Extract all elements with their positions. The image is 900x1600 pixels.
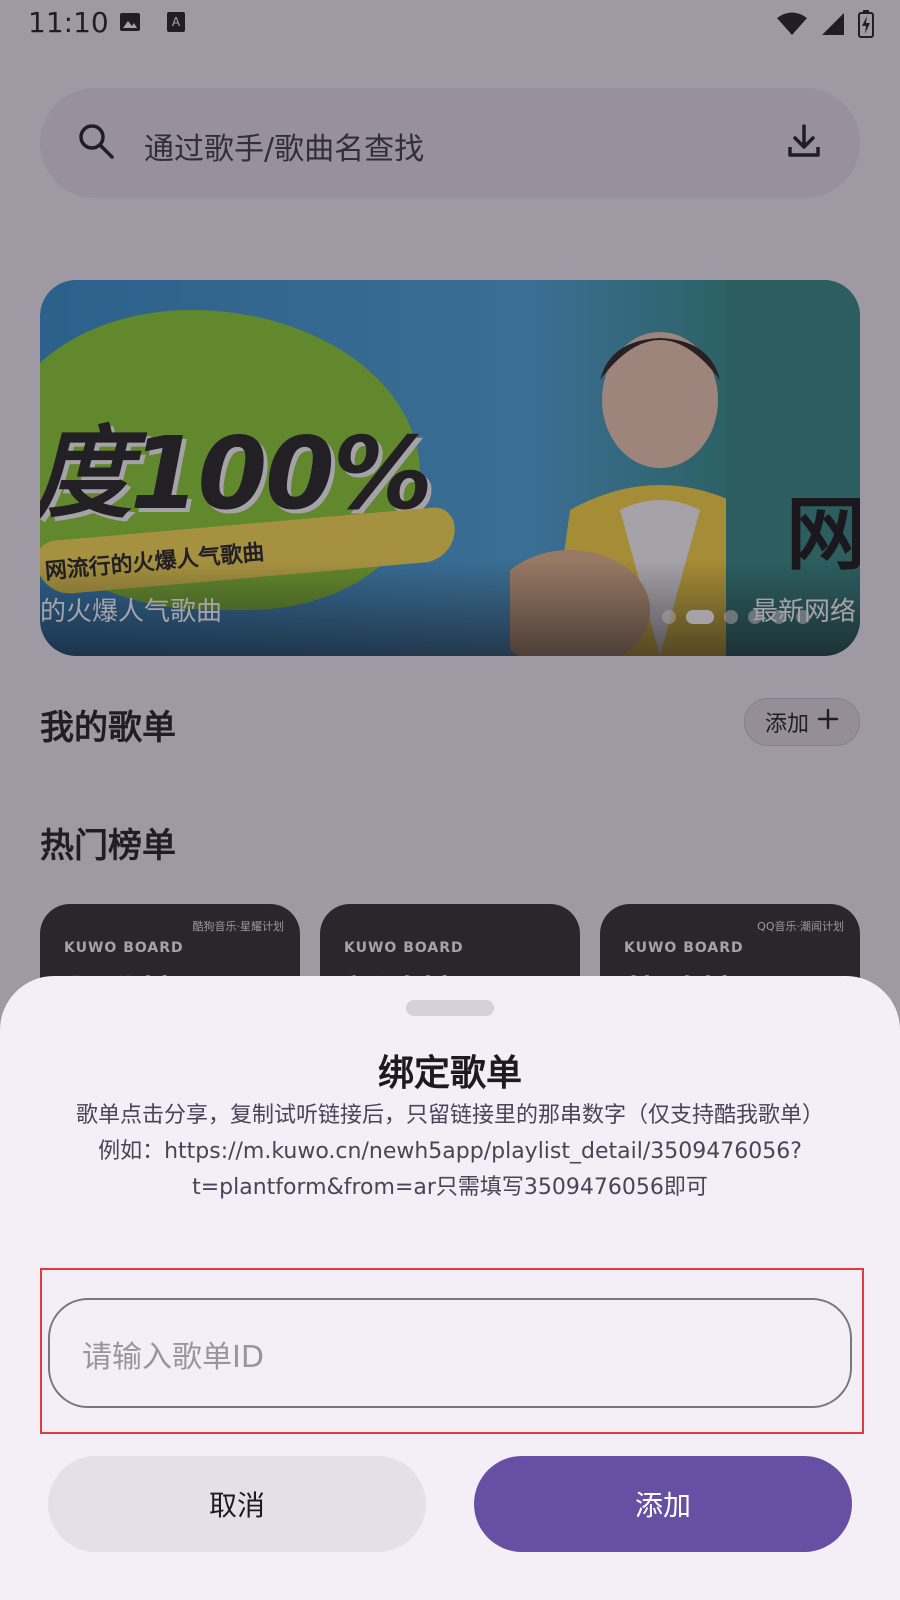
sheet-description-instructions: 歌单点击分享，复制试听链接后，只留链接里的那串数字（仅支持酷我歌单）	[75, 1103, 824, 1128]
sheet-drag-handle[interactable]	[406, 1000, 494, 1016]
sheet-description: 歌单点击分享，复制试听链接后，只留链接里的那串数字（仅支持酷我歌单） 例如：ht…	[60, 1098, 840, 1206]
bind-playlist-sheet: 绑定歌单 歌单点击分享，复制试听链接后，只留链接里的那串数字（仅支持酷我歌单） …	[0, 976, 900, 1600]
sheet-title: 绑定歌单	[377, 1053, 522, 1094]
add-button[interactable]: 添加	[474, 1456, 852, 1552]
cancel-button[interactable]: 取消	[48, 1456, 426, 1552]
playlist-id-input[interactable]: 请输入歌单ID	[48, 1298, 852, 1408]
sheet-description-example: 例如：https://m.kuwo.cn/newh5app/playlist_d…	[98, 1139, 802, 1200]
playlist-id-placeholder: 请输入歌单ID	[82, 1340, 264, 1375]
